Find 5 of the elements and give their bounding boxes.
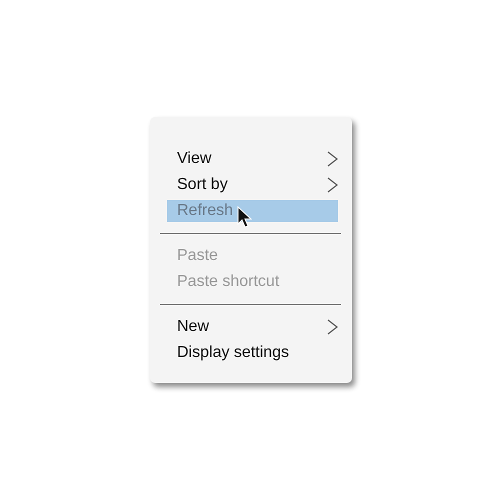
menu-item[interactable]: New [167, 316, 338, 338]
menu-item[interactable]: Sort by [167, 174, 338, 196]
menu-item[interactable]: View [167, 148, 338, 170]
mouse-pointer-icon [237, 206, 252, 228]
menu-item[interactable]: Display settings [167, 342, 338, 364]
